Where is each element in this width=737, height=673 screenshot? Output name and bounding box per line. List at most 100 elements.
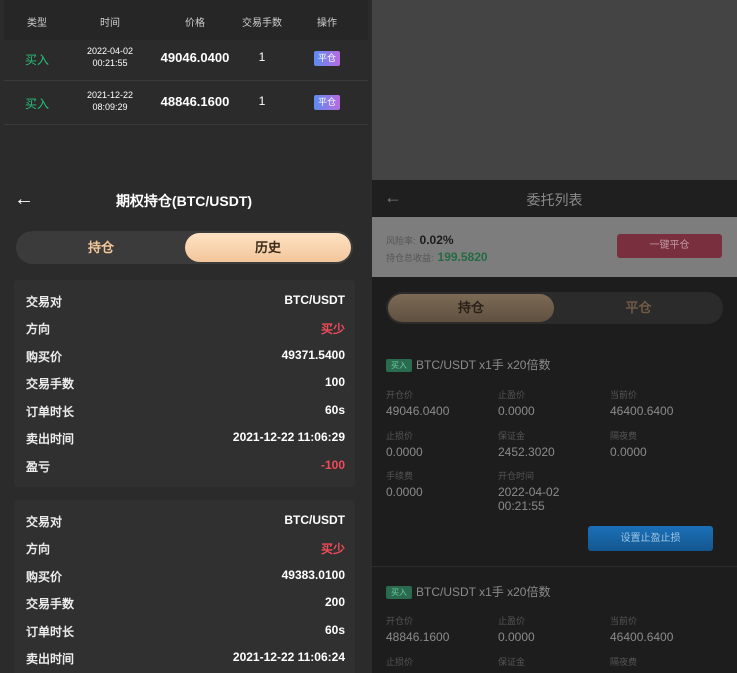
row-clock: 08:09:29 xyxy=(92,102,128,112)
kv-buy-price: 购买价 49371.5400 xyxy=(26,348,345,368)
position-title: 买入 BTC/USDT x1手 x20倍数 xyxy=(386,583,550,600)
page-title: 期权持仓(BTC/USDT) xyxy=(115,193,253,209)
tab-history[interactable]: 历史 xyxy=(185,233,351,262)
kv-direction: 方向 买少 xyxy=(26,540,345,560)
row-type: 买入 xyxy=(24,53,49,67)
value: BTC/USDT xyxy=(284,513,345,527)
row-price: 48846.1600 xyxy=(160,94,230,109)
row-date: 2022-04-02 xyxy=(86,46,134,56)
value: 0.0000 xyxy=(610,445,647,459)
position-name: BTC/USDT x1手 x20倍数 xyxy=(416,358,551,372)
value: 200 xyxy=(324,595,345,609)
value: 买少 xyxy=(320,322,345,336)
row-hands: 1 xyxy=(258,50,266,64)
risk-rate-value: 0.02% xyxy=(419,233,454,247)
row-time: 2021-12-22 08:09:29 xyxy=(70,89,150,113)
position-name: BTC/USDT x1手 x20倍数 xyxy=(416,585,551,599)
label: 保证金 xyxy=(498,431,526,441)
open-date: 2022-04-02 xyxy=(498,485,560,499)
close-position-button[interactable]: 平仓 xyxy=(314,51,340,66)
row-price: 49046.0400 xyxy=(160,50,230,65)
value: 60s xyxy=(324,623,345,637)
kv-pair: 交易对 BTC/USDT xyxy=(26,513,345,533)
total-income: 持仓总收益: 199.5820 xyxy=(386,250,488,264)
row-type: 买入 xyxy=(24,97,49,111)
value: 买少 xyxy=(320,542,345,556)
header-hands: 交易手数 xyxy=(242,18,282,29)
cell-margin: 保证金 2452.3020 xyxy=(498,429,555,459)
value: 48846.1600 xyxy=(386,630,450,644)
label: 保证金 xyxy=(498,657,526,667)
label: 隔夜费 xyxy=(610,431,638,441)
label: 止盈价 xyxy=(498,390,526,400)
label: 盈亏 xyxy=(26,460,51,474)
close-all-button[interactable]: 一键平仓 xyxy=(617,234,722,258)
kv-pair: 交易对 BTC/USDT xyxy=(26,293,345,313)
header-price: 价格 xyxy=(185,18,205,29)
label: 购买价 xyxy=(26,350,63,364)
label: 当前价 xyxy=(610,616,638,626)
cell-open-time: 开仓时间 2022-04-02 00:21:55 xyxy=(498,469,559,513)
open-clock: 00:21:55 xyxy=(498,499,545,513)
total-income-value: 199.5820 xyxy=(437,250,488,264)
label: 卖出时间 xyxy=(26,432,75,446)
overlay-area xyxy=(372,0,737,180)
row-clock: 00:21:55 xyxy=(92,58,128,68)
value: 0.0000 xyxy=(386,485,423,499)
kv-hands: 交易手数 200 xyxy=(26,595,345,615)
header-type: 类型 xyxy=(27,18,47,29)
kv-sell-time: 卖出时间 2021-12-22 11:06:24 xyxy=(26,650,345,670)
close-position-button[interactable]: 平仓 xyxy=(314,95,340,110)
tab-closed[interactable]: 平仓 xyxy=(554,292,723,324)
value: 49046.0400 xyxy=(386,404,450,418)
label: 购买价 xyxy=(26,570,63,584)
label: 止盈价 xyxy=(498,616,526,626)
value: 0.0000 xyxy=(386,445,423,459)
value: 100 xyxy=(324,375,345,389)
value: BTC/USDT xyxy=(284,293,345,307)
label: 当前价 xyxy=(610,390,638,400)
row-hands: 1 xyxy=(258,94,266,108)
cell-stop-loss: 止损价 0.0000 xyxy=(386,429,423,459)
label: 交易对 xyxy=(26,515,63,529)
total-income-label: 持仓总收益: xyxy=(386,253,434,263)
kv-duration: 订单时长 60s xyxy=(26,623,345,643)
cell-open-price: 开仓价 48846.1600 xyxy=(386,614,449,644)
cell-stop-loss: 止损价 xyxy=(386,655,413,668)
label: 隔夜费 xyxy=(610,657,638,667)
label: 手续费 xyxy=(386,471,414,481)
value: 46400.6400 xyxy=(610,630,674,644)
header-time: 时间 xyxy=(100,18,120,29)
set-tp-sl-button[interactable]: 设置止盈止损 xyxy=(588,526,713,551)
label: 方向 xyxy=(26,322,51,336)
risk-summary: 风险率: 0.02% 持仓总收益: 199.5820 一键平仓 xyxy=(372,217,737,277)
divider xyxy=(372,566,737,567)
kv-sell-time: 卖出时间 2021-12-22 11:06:29 xyxy=(26,430,345,450)
cell-current-price: 当前价 46400.6400 xyxy=(610,388,673,418)
kv-hands: 交易手数 100 xyxy=(26,375,345,395)
cell-overnight-fee: 隔夜费 0.0000 xyxy=(610,429,647,459)
kv-duration: 订单时长 60s xyxy=(26,403,345,423)
label: 订单时长 xyxy=(26,405,75,419)
value: 2021-12-22 11:06:24 xyxy=(232,650,345,664)
table-row: 买入 2021-12-22 08:09:29 48846.1600 1 平仓 xyxy=(4,81,368,125)
tab-holding[interactable]: 持仓 xyxy=(16,231,186,264)
label: 卖出时间 xyxy=(26,652,75,666)
position-title: 买入 BTC/USDT x1手 x20倍数 xyxy=(386,356,550,373)
cell-overnight-fee: 隔夜费 xyxy=(610,655,637,668)
value: 46400.6400 xyxy=(610,404,674,418)
left-navbar: ← 期权持仓(BTC/USDT) xyxy=(0,181,368,217)
table-row: 买入 2022-04-02 00:21:55 49046.0400 1 平仓 xyxy=(4,37,368,81)
kv-direction: 方向 买少 xyxy=(26,320,345,340)
label: 开仓时间 xyxy=(498,471,535,481)
cell-fee: 手续费 0.0000 xyxy=(386,469,423,499)
history-card: 交易对 BTC/USDT 方向 买少 购买价 49383.0100 交易手数 200 订… xyxy=(14,500,355,673)
buy-tag: 买入 xyxy=(386,359,412,373)
buy-tag: 买入 xyxy=(386,586,412,600)
value: 2021-12-22 11:06:29 xyxy=(232,430,345,444)
page-title: 委托列表 xyxy=(526,192,583,208)
label: 方向 xyxy=(26,542,51,556)
risk-rate-label: 风险率: xyxy=(386,236,416,246)
right-navbar: ← 委托列表 xyxy=(372,180,737,216)
tab-holding[interactable]: 持仓 xyxy=(388,294,554,322)
